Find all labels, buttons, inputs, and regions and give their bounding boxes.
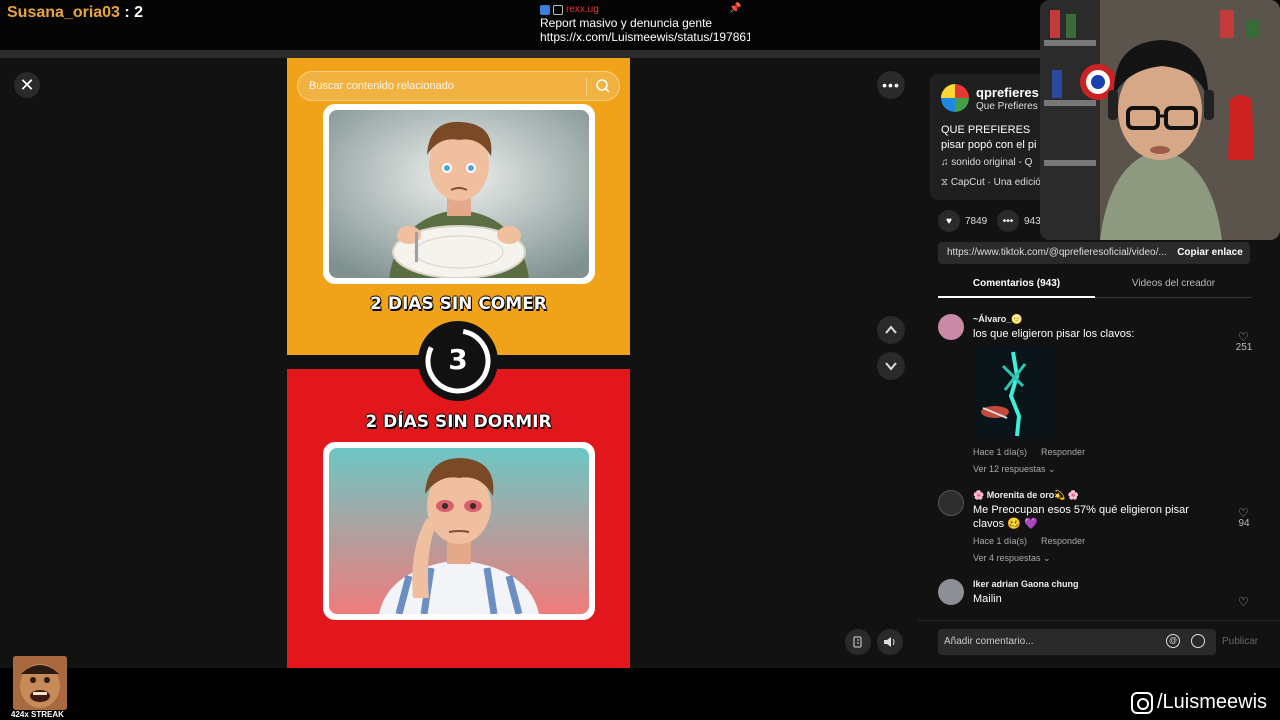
sound-label: sonido original - Q [951, 157, 1033, 168]
social-handle: /Luismeewis [1131, 691, 1267, 714]
tab-creator-videos[interactable]: Videos del creador [1095, 278, 1252, 289]
stream-bottom-bar [0, 668, 1280, 720]
view-replies-button[interactable]: Ver 4 respuestas ⌄ [973, 553, 1051, 564]
like-stat[interactable]: ♥ 7849 [938, 210, 987, 232]
chevron-up-icon [885, 325, 897, 334]
comment-item: 🌸 Morenita de oro💫 🌸 Me Preocupan esos 5… [938, 490, 1252, 570]
pinned-line-2: https://x.com/Luismeewis/status/19786178 [540, 30, 750, 44]
streak-label: 424x STREAK [11, 710, 64, 719]
like-count: 7849 [965, 215, 988, 227]
volume-button[interactable] [877, 629, 903, 655]
video-description: QUE PREFIERES pisar popó con el pi [941, 124, 1037, 151]
comment-image[interactable] [973, 346, 1053, 439]
user-badge-icon [540, 4, 550, 15]
share-link-row: https://www.tiktok.com/@qprefieresoficia… [938, 242, 1250, 264]
avatar[interactable] [938, 490, 964, 516]
comment-meta: Hace 1 día(s) Responder [973, 447, 1099, 457]
comment-likes: 251 [1235, 342, 1253, 353]
comment-username[interactable]: ~Álvaro_🌝 [973, 314, 1022, 325]
caption-bottom: 2 DÍAS SIN DORMIR [365, 412, 552, 432]
comment-username[interactable]: 🌸 Morenita de oro💫 🌸 [973, 490, 1079, 501]
comment-meta: Hace 1 día(s) Responder [973, 536, 1099, 546]
copy-link-button[interactable]: Copiar enlace [1170, 247, 1250, 258]
heart-outline-icon[interactable]: ♡ [1238, 595, 1249, 609]
instagram-icon [1131, 691, 1153, 714]
more-options-button[interactable]: ••• [877, 71, 905, 99]
capcut-row[interactable]: ⧖ CapCut · Una edición [941, 177, 1046, 188]
countdown-timer: 3 [418, 321, 498, 401]
hungry-boy-image [323, 104, 595, 284]
comment-item: ~Álvaro_🌝 los que eligieron pisar los cl… [938, 314, 1252, 474]
mod-badge-icon [553, 4, 563, 15]
chat-count: 2 [134, 4, 144, 21]
search-separator [586, 78, 587, 96]
caption-top: 2 DIAS SIN COMER [370, 294, 547, 314]
comment-text: los que eligieron pisar los clavos: [973, 328, 1135, 340]
pinned-message: rexx.ug Report masivo y denuncia gente h… [540, 3, 750, 44]
sound-row[interactable]: ♫ sonido original - Q [941, 157, 1032, 168]
previous-video-button[interactable] [877, 316, 905, 344]
search-placeholder: Buscar contenido relacionado [309, 80, 454, 92]
music-note-icon: ♫ [941, 157, 952, 168]
comment-username[interactable]: Iker adrian Gaona chung [973, 579, 1079, 589]
avatar[interactable] [938, 314, 964, 340]
comment-placeholder: Añadir comentario... [944, 636, 1034, 647]
comment-time: Hace 1 día(s) [973, 536, 1028, 546]
creator-subtitle: Que Prefieres [976, 101, 1038, 112]
pinned-username: rexx.ug [566, 3, 599, 15]
avatar[interactable] [938, 579, 964, 605]
reply-button[interactable]: Responder [1041, 447, 1085, 457]
emoji-icon[interactable] [1191, 634, 1205, 648]
tired-boy-image [323, 442, 595, 620]
panel-tabs: Comentarios (943) Videos del creador [938, 272, 1252, 298]
comment-item: Iker adrian Gaona chung Mailin ♡ [938, 579, 1252, 615]
chat-message: Susana_oria03 : 2 [7, 4, 143, 22]
streak-emote [13, 656, 67, 710]
tired-boy-illustration [329, 448, 589, 614]
flag-icon [853, 636, 862, 648]
webcam-feed [1040, 0, 1280, 240]
capcut-label: CapCut · Una edición [950, 177, 1047, 188]
streak-face [13, 656, 67, 710]
heart-icon[interactable]: ♥ [938, 210, 960, 232]
comment-input[interactable]: Añadir comentario... @ [938, 629, 1216, 655]
comment-text: Me Preocupan esos 57% qué eligieron pisa… [973, 504, 1189, 530]
related-search-input[interactable]: Buscar contenido relacionado [297, 71, 620, 101]
next-video-button[interactable] [877, 352, 905, 380]
pinned-line-1: Report masivo y denuncia gente [540, 16, 713, 30]
search-icon[interactable] [595, 78, 611, 94]
handle-text: /Luismeewis [1157, 691, 1268, 713]
report-button[interactable] [845, 629, 871, 655]
video-player[interactable]: Buscar contenido relacionado 2 DIAS SIN … [287, 58, 630, 668]
comment-time: Hace 1 día(s) [973, 447, 1028, 457]
comment-count: 943 [1024, 215, 1041, 227]
chevron-down-icon [885, 362, 897, 371]
comment-likes: 94 [1238, 518, 1250, 529]
capcut-icon: ⧖ [941, 177, 951, 188]
volume-icon [884, 637, 895, 647]
share-url[interactable]: https://www.tiktok.com/@qprefieresoficia… [947, 247, 1167, 258]
xray-illustration [981, 351, 1027, 437]
mention-icon[interactable]: @ [1166, 634, 1180, 648]
streamer-webcam [1040, 0, 1280, 240]
comment-icon[interactable]: ••• [997, 210, 1019, 232]
publish-button[interactable]: Publicar [1222, 636, 1258, 647]
comment-text: Mailin [973, 593, 1002, 605]
reply-button[interactable]: Responder [1041, 536, 1085, 546]
creator-avatar[interactable] [941, 84, 969, 112]
close-button[interactable]: ✕ [14, 72, 40, 98]
chat-separator: : [119, 4, 135, 21]
comment-stat[interactable]: ••• 943 [997, 210, 1041, 232]
timer-number: 3 [448, 343, 468, 376]
tab-active-indicator [938, 296, 1095, 298]
creator-name[interactable]: qprefieres [976, 85, 1039, 100]
chat-username: Susana_oria03 [7, 4, 120, 21]
hungry-boy-illustration [329, 110, 589, 278]
pin-icon: 📌 [729, 3, 742, 14]
tab-comments[interactable]: Comentarios (943) [938, 278, 1095, 289]
view-replies-button[interactable]: Ver 12 respuestas ⌄ [973, 464, 1056, 475]
